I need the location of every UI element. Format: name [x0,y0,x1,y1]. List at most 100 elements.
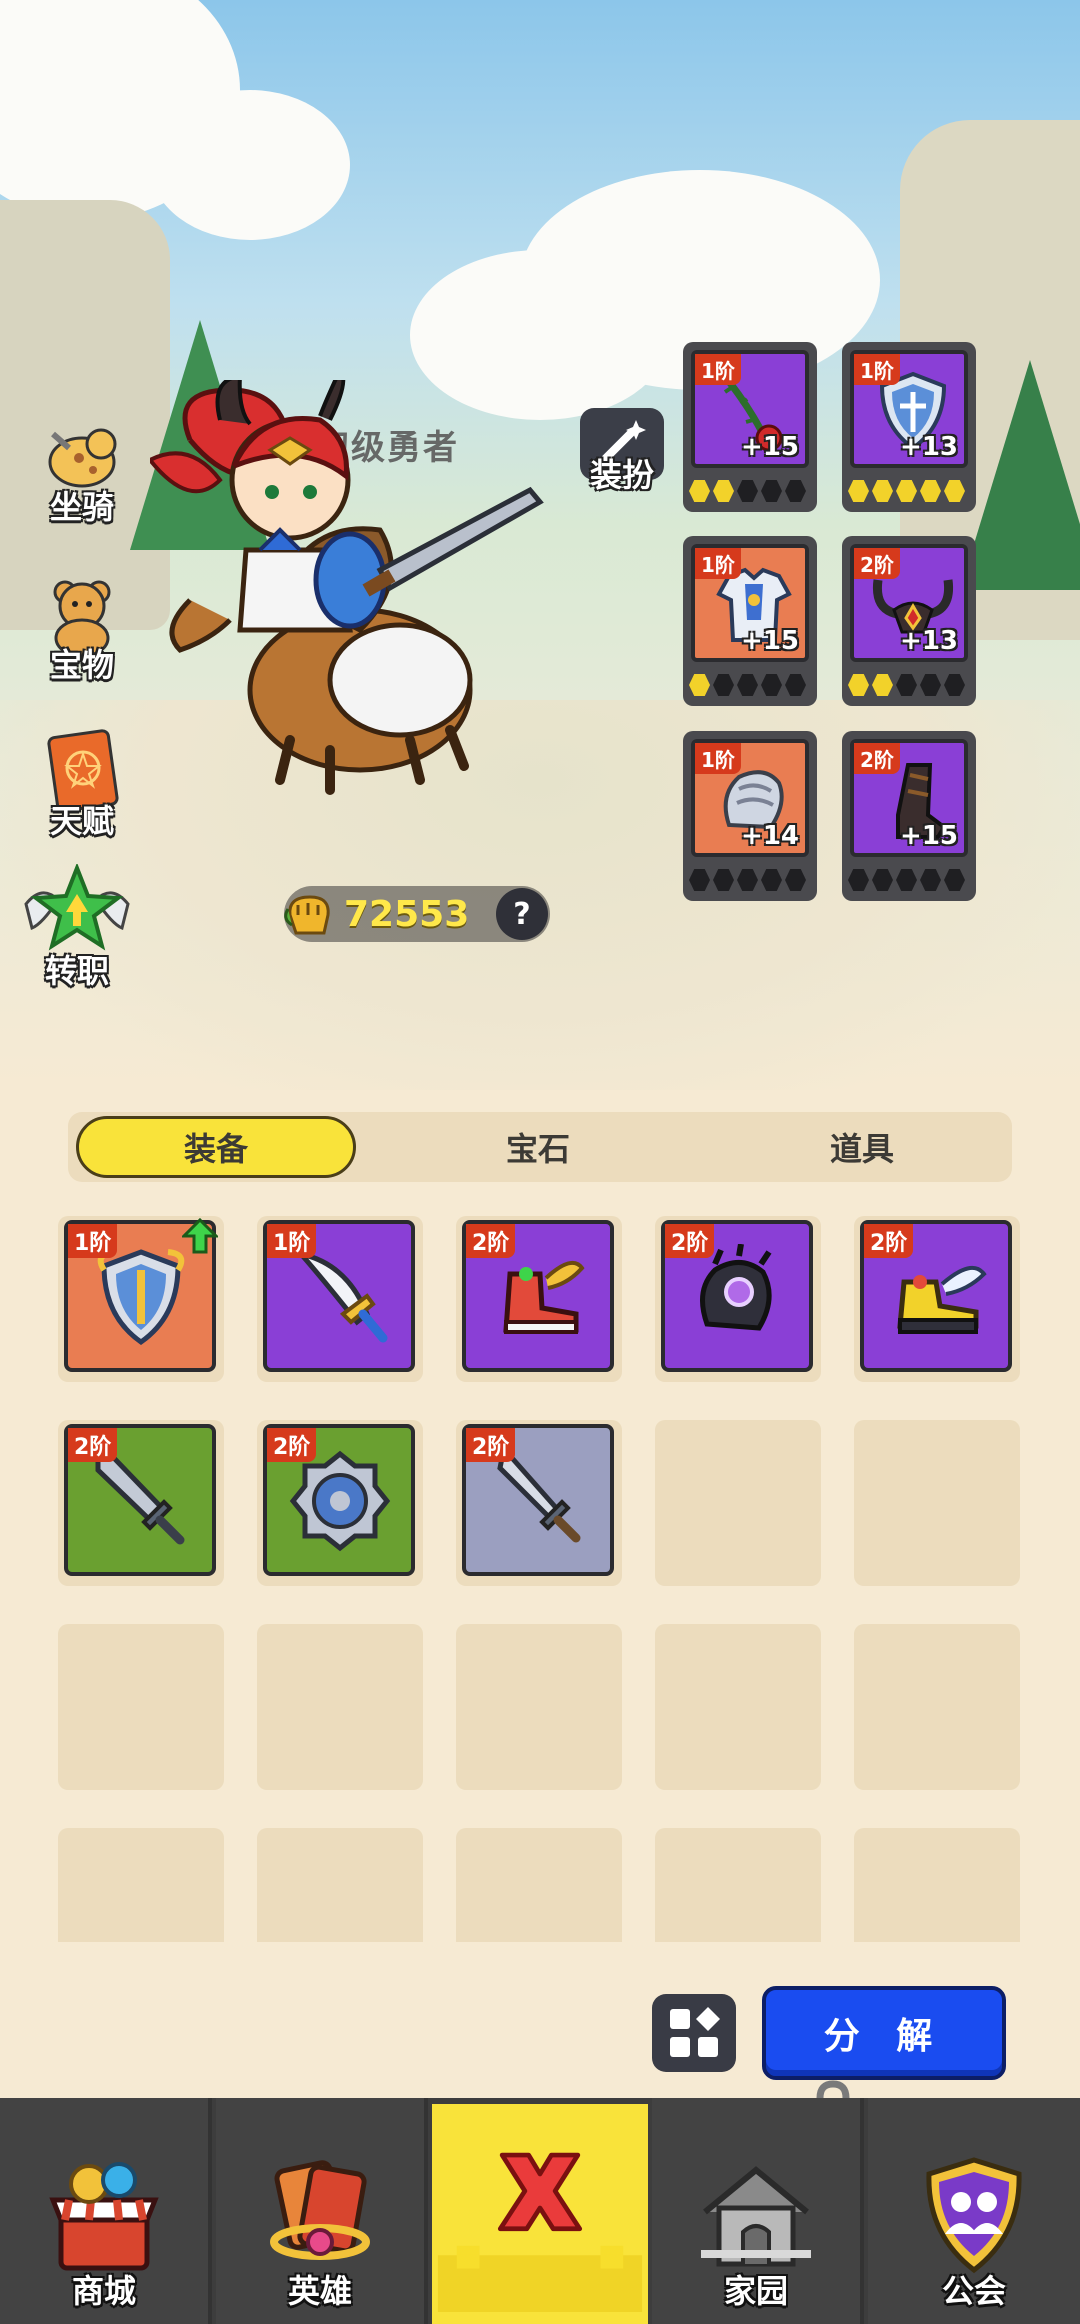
talent-label: 天赋 [49,802,114,840]
enhance-level: +15 [741,432,799,462]
equipped-slot-weapon[interactable]: 1阶 +15 [683,342,817,512]
nav-guild[interactable]: 公会 [868,2098,1080,2324]
sort-button[interactable] [652,1994,736,2072]
inventory-slot[interactable]: 2阶 [58,1420,224,1586]
star-rating [848,480,965,502]
combat-power-value: 72553 [344,893,470,935]
treasure-label: 宝物 [49,646,114,684]
guild-shield-icon [926,2157,1022,2274]
close-x-icon [437,2152,643,2312]
tier-badge: 2阶 [466,1428,516,1462]
inventory-slot-empty [655,1624,821,1790]
star-rating [689,869,806,891]
nav-shop[interactable]: 商城 [0,2098,212,2324]
tier-badge: 1阶 [695,354,741,385]
equipped-item: 1阶 +14 [691,739,809,857]
nav-home-label: 家园 [723,2272,788,2310]
dark-gauntlet-icon [700,1244,772,1331]
equipped-item: 1阶 +15 [691,544,809,662]
enhance-level: +15 [900,821,958,851]
equipped-slot-boots[interactable]: 2阶 +15 [842,731,976,901]
enhance-level: +15 [741,626,799,656]
inventory-slot-empty [854,1828,1020,1942]
tier-badge: 1阶 [695,743,741,774]
tab-items[interactable]: 道具 [732,1116,992,1178]
equipped-item: 2阶 +13 [850,544,968,662]
inventory-slot[interactable]: 2阶 [655,1216,821,1382]
inventory-slot-empty [854,1624,1020,1790]
hero-character-icon[interactable] [148,366,600,840]
equipped-slot-helmet[interactable]: 2阶 +13 [842,536,976,706]
tier-badge: 2阶 [267,1428,317,1462]
tier-badge: 2阶 [68,1428,118,1462]
inventory-slot[interactable]: 1阶 [257,1216,423,1382]
equipped-item: 2阶 +15 [850,739,968,857]
winged-boot-yellow-icon [897,1265,987,1334]
inventory-slot[interactable]: 2阶 [257,1420,423,1586]
inventory-item: 2阶 [64,1424,216,1576]
equipped-slot-gloves[interactable]: 1阶 +14 [683,731,817,901]
round-shield-icon [289,1450,391,1552]
enhance-level: +13 [900,432,958,462]
bottom-nav: 商城 英雄 家园 公会 [0,2098,1080,2324]
job-change-label: 转职 [44,952,109,990]
dress-up-label: 装扮 [589,456,654,494]
tier-badge: 1阶 [267,1224,317,1258]
tier-badge: 2阶 [665,1224,715,1258]
inventory-slot-empty [655,1828,821,1942]
treasure-button[interactable]: 宝物 [22,556,142,686]
cloud [150,90,350,240]
inventory-item: 2阶 [661,1220,813,1372]
star-rating [848,869,965,891]
inventory-slot[interactable]: 2阶 [456,1216,622,1382]
equipped-item: 1阶 +15 [691,350,809,468]
inventory-slot-empty [456,1624,622,1790]
nav-home[interactable]: 家园 [652,2098,864,2324]
mount-button[interactable]: 坐骑 [22,398,142,528]
tree [960,360,1080,590]
inventory-slot[interactable]: 1阶 [58,1216,224,1382]
nav-shop-label: 商城 [71,2272,136,2310]
tier-badge: 2阶 [854,548,900,579]
equipped-slot-armor[interactable]: 1阶 +15 [683,536,817,706]
inventory-item: 2阶 [263,1424,415,1576]
inventory-slot[interactable]: 2阶 [456,1420,622,1586]
talent-button[interactable]: 天赋 [22,712,142,842]
broadsword-icon [95,1453,185,1545]
winged-boot-red-icon [503,1260,585,1334]
equipped-slot-shield[interactable]: 1阶 +13 [842,342,976,512]
hero-cards-icon [270,2160,370,2260]
sword-icon [294,1249,388,1343]
inventory-slot-empty [257,1624,423,1790]
inventory-item: 1阶 [263,1220,415,1372]
inventory-slot[interactable]: 2阶 [854,1216,1020,1382]
decompose-button[interactable]: 分 解 [762,1986,1006,2080]
tab-equipment[interactable]: 装备 [76,1116,356,1178]
inventory-slot-empty [456,1828,622,1942]
tier-badge: 2阶 [854,743,900,774]
job-change-button[interactable]: 转职 [12,862,142,992]
nav-battle-active[interactable] [432,2104,648,2324]
nav-heroes-label: 英雄 [287,2272,352,2310]
inventory-item: 2阶 [462,1220,614,1372]
shop-stall-icon [49,2162,159,2271]
enhance-level: +14 [741,821,799,851]
inventory-slot-empty [655,1420,821,1586]
inventory-slot-empty [257,1828,423,1942]
tier-badge: 1阶 [68,1224,118,1258]
nav-heroes[interactable]: 英雄 [216,2098,428,2324]
shield-icon [97,1249,185,1346]
inventory-slot-empty [58,1624,224,1790]
dress-up-button[interactable]: 装扮 [578,408,666,504]
help-button[interactable]: ? [496,888,548,940]
star-rating [689,480,806,502]
tier-badge: 1阶 [695,548,741,579]
inventory-tabs: 装备 宝石 道具 [68,1112,1012,1182]
inventory-item: 2阶 [462,1424,614,1576]
inventory-slot-empty [854,1420,1020,1586]
mount-label: 坐骑 [49,488,114,526]
tier-badge: 2阶 [466,1224,516,1258]
tab-gems[interactable]: 宝石 [408,1116,668,1178]
upgrade-arrow-icon [182,1218,218,1254]
inventory-slot-empty [58,1828,224,1942]
